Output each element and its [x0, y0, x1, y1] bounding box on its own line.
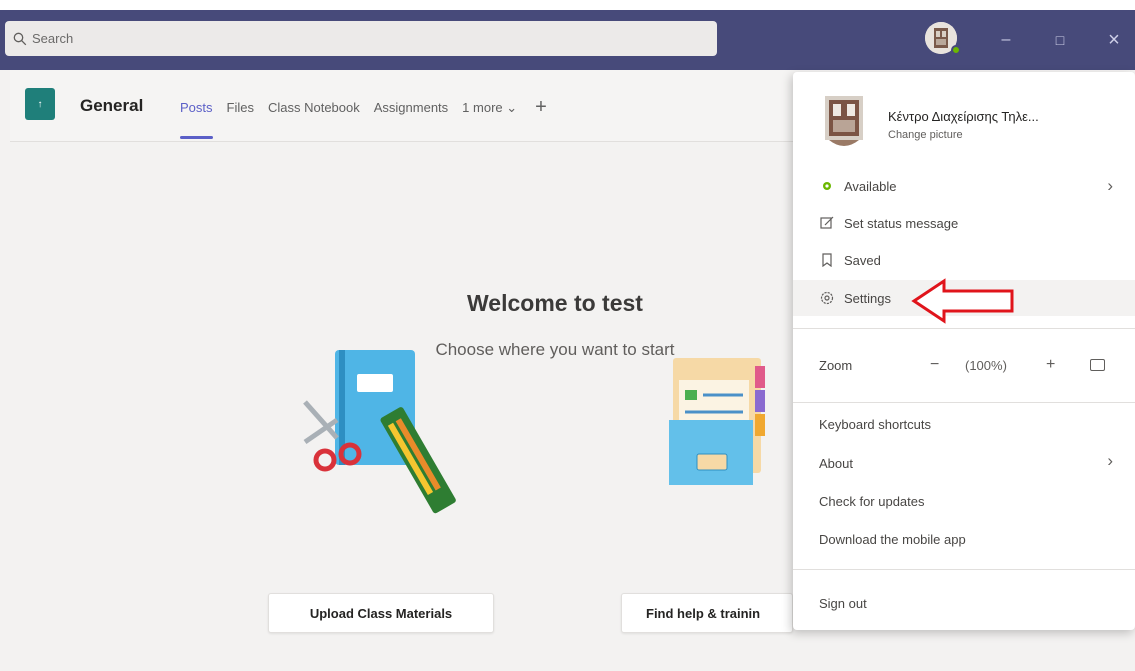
zoom-row: Zoom − (100%) + [793, 347, 1135, 383]
saved-item[interactable]: Saved [793, 242, 1135, 278]
search-box[interactable] [5, 21, 717, 56]
chevron-right-icon: › [1107, 451, 1113, 470]
add-tab-button[interactable]: + [535, 97, 547, 140]
download-mobile-app-item[interactable]: Download the mobile app [819, 532, 966, 547]
set-status-message-label: Set status message [844, 215, 959, 231]
check-for-updates-item[interactable]: Check for updates [819, 494, 925, 509]
title-bar: – □ × [0, 0, 1135, 70]
bookmark-icon [819, 252, 835, 268]
tab-files[interactable]: Files [227, 100, 254, 140]
about-item[interactable]: About [819, 456, 853, 471]
edit-message-icon [819, 215, 835, 231]
tab-class-notebook[interactable]: Class Notebook [268, 100, 360, 140]
profile-name: Κέντρο Διαχείρισης Τηλε... [888, 109, 1039, 124]
presence-available-icon [951, 45, 961, 55]
status-available-item[interactable]: Available › [793, 168, 1135, 204]
minimize-button[interactable]: – [992, 26, 1020, 54]
channel-tabs: Posts Files Class Notebook Assignments 1… [180, 97, 547, 140]
menu-divider [793, 569, 1135, 570]
upload-class-materials-button[interactable]: Upload Class Materials [268, 593, 494, 633]
search-input[interactable] [32, 31, 692, 46]
available-status-icon [819, 178, 835, 194]
tab-more[interactable]: 1 more ⌄ [462, 100, 517, 140]
gear-icon [819, 290, 835, 306]
documents-illustration [669, 358, 765, 485]
menu-divider [793, 328, 1135, 329]
status-label: Available [844, 178, 897, 194]
menu-divider [793, 402, 1135, 403]
saved-label: Saved [844, 252, 881, 268]
profile-crest-icon[interactable] [823, 94, 865, 152]
tab-assignments[interactable]: Assignments [374, 100, 448, 140]
channel-title: General [80, 96, 144, 115]
change-picture-link[interactable]: Change picture [888, 129, 963, 141]
fit-screen-icon[interactable] [1090, 359, 1105, 371]
profile-menu: Κέντρο Διαχείρισης Τηλε... Change pictur… [793, 72, 1135, 630]
notebook-scissors-illustration [303, 350, 456, 514]
zoom-in-button[interactable]: + [1046, 356, 1055, 374]
sign-out-item[interactable]: Sign out [819, 596, 867, 611]
zoom-label: Zoom [819, 357, 853, 373]
search-icon [13, 32, 27, 45]
annotation-arrow-icon [911, 278, 1014, 324]
maximize-button[interactable]: □ [1046, 26, 1074, 54]
set-status-message-item[interactable]: Set status message [793, 205, 1135, 241]
team-tile-icon[interactable]: ↑ [25, 88, 55, 120]
tab-posts[interactable]: Posts [180, 100, 213, 140]
settings-label: Settings [844, 290, 891, 306]
chevron-right-icon: › [1107, 176, 1113, 195]
zoom-level: (100%) [965, 357, 1007, 373]
close-button[interactable]: × [1100, 26, 1128, 54]
zoom-out-button[interactable]: − [930, 356, 939, 374]
keyboard-shortcuts-item[interactable]: Keyboard shortcuts [819, 417, 931, 432]
find-help-training-button[interactable]: Find help & trainin [621, 593, 793, 633]
